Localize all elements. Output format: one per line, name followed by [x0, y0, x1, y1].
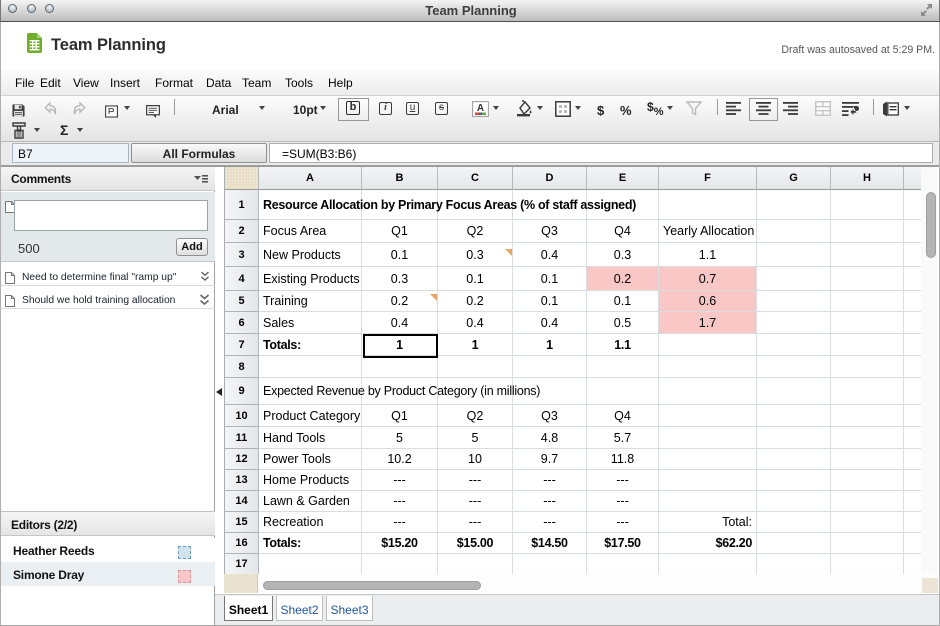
svg-text:A: A: [477, 103, 484, 114]
